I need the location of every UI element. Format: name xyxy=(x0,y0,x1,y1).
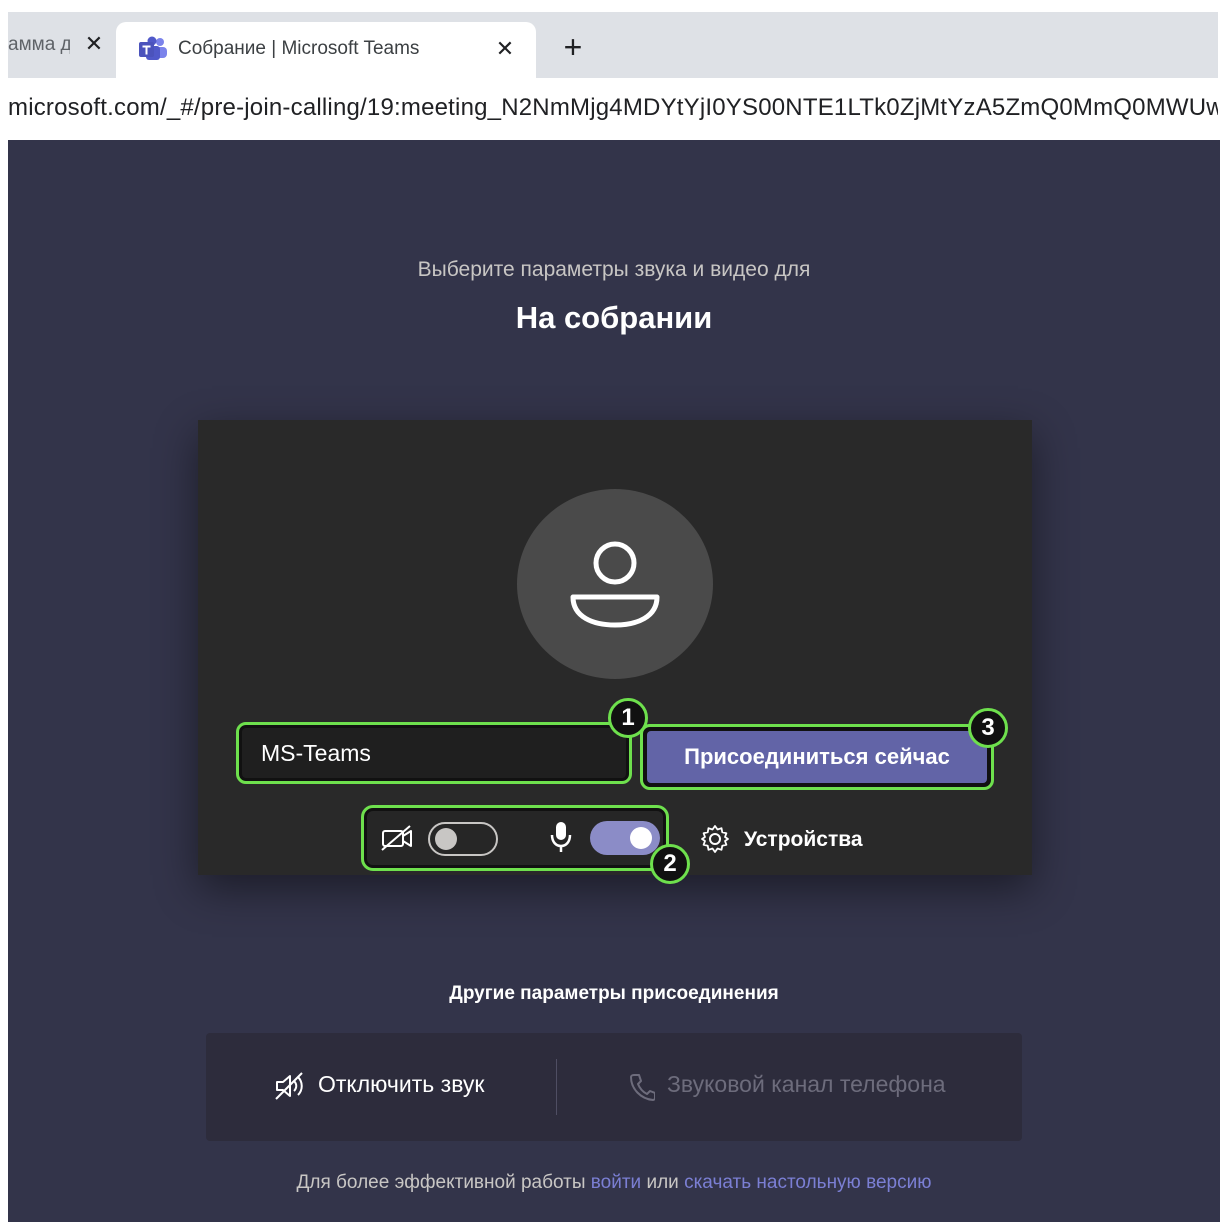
browser-tab-strip: амма д ✕ Собрание | Microsoft Teams ✕ + xyxy=(8,12,1218,78)
footer-or: или xyxy=(646,1172,679,1193)
mute-audio-label: Отключить звук xyxy=(318,1071,485,1097)
microphone-icon xyxy=(550,822,572,852)
login-link[interactable]: войти xyxy=(591,1172,641,1193)
other-options-title: Другие параметры присоединения xyxy=(449,983,779,1004)
phone-audio-option[interactable]: Звуковой канал телефона xyxy=(557,1033,1022,1141)
footer-prefix: Для более эффективной работы xyxy=(296,1172,586,1193)
join-now-label: Присоединиться сейчас xyxy=(647,731,987,783)
phone-audio-label: Звуковой канал телефона xyxy=(667,1071,946,1097)
new-tab-button[interactable]: + xyxy=(556,31,590,66)
speaker-off-icon xyxy=(275,1072,303,1100)
footer-text: Для более эффективной работы войти или с… xyxy=(8,1172,1220,1194)
tab-title: Собрание | Microsoft Teams xyxy=(178,38,420,59)
tab-close-icon[interactable]: ✕ xyxy=(490,34,520,64)
other-options-bar: Отключить звук Звуковой канал телефона xyxy=(206,1033,1022,1141)
tab-previous-title: амма д xyxy=(8,34,70,55)
camera-toggle[interactable] xyxy=(428,822,498,856)
teams-logo-icon xyxy=(139,36,167,60)
annotation-badge-3: 3 xyxy=(968,708,1008,748)
join-now-button[interactable]: Присоединиться сейчас xyxy=(640,724,994,790)
phone-icon xyxy=(630,1074,655,1101)
meeting-title: На собрании xyxy=(515,300,713,335)
camera-off-icon xyxy=(381,825,412,851)
mute-audio-option[interactable]: Отключить звук xyxy=(206,1033,556,1141)
av-toggles-group xyxy=(361,805,669,871)
prejoin-card: MS-Teams 1 Присоединиться сейчас 3 2 Уст… xyxy=(198,420,1032,884)
url-text[interactable]: microsoft.com/_#/pre-join-calling/19:mee… xyxy=(8,94,1218,122)
gear-icon xyxy=(701,825,729,853)
tab-previous[interactable]: амма д ✕ xyxy=(8,12,116,78)
address-bar[interactable]: microsoft.com/_#/pre-join-calling/19:mee… xyxy=(8,78,1218,140)
tab-active[interactable]: Собрание | Microsoft Teams ✕ xyxy=(116,22,536,78)
person-icon xyxy=(570,541,660,628)
annotation-badge-2: 2 xyxy=(650,844,690,884)
devices-label: Устройства xyxy=(744,828,863,851)
teams-prejoin-page: Выберите параметры звука и видео для На … xyxy=(8,140,1220,1222)
microphone-toggle[interactable] xyxy=(590,821,660,855)
tab-previous-close-icon[interactable]: ✕ xyxy=(80,30,108,58)
download-desktop-link[interactable]: скачать настольную версию xyxy=(684,1172,931,1193)
prejoin-subtitle: Выберите параметры звука и видео для xyxy=(417,258,811,281)
avatar xyxy=(517,489,713,679)
camera-toggle-knob xyxy=(435,828,457,850)
name-input[interactable]: MS-Teams xyxy=(236,722,632,784)
name-input-value[interactable]: MS-Teams xyxy=(261,740,371,767)
microphone-toggle-knob xyxy=(630,827,652,849)
